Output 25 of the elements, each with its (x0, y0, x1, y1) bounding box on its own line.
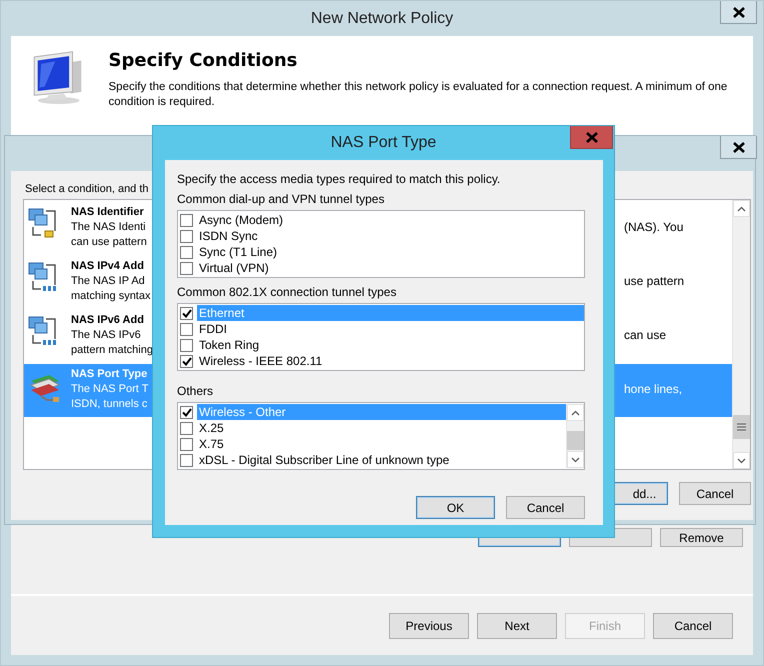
condition-description: The NAS Identi (71, 220, 146, 235)
instruction-text: Select a condition, and th (25, 182, 150, 196)
condition-description: The NAS Port T (71, 382, 148, 397)
condition-description: use pattern (624, 274, 684, 289)
window-title: New Network Policy (310, 10, 454, 28)
condition-title: NAS Identifier (71, 205, 144, 220)
condition-title: NAS Port Type (71, 367, 148, 382)
condition-description: pattern matching (71, 343, 153, 358)
group-label: Common 802.1X connection tunnel types (177, 284, 398, 300)
condition-description: hone lines, (624, 382, 682, 397)
condition-description: matching syntax (71, 289, 150, 304)
instruction-text: Specify the access media types required to match this policy. (177, 171, 502, 187)
condition-description: can use (624, 328, 666, 343)
condition-title: NAS IPv6 Add (71, 313, 144, 328)
condition-description: ISDN, tunnels c (71, 397, 148, 412)
condition-description: can use pattern (71, 235, 147, 250)
group-label: Others (177, 383, 214, 399)
group-label: Common dial-up and VPN tunnel types (177, 191, 386, 207)
condition-description: The NAS IPv6 (71, 328, 141, 343)
page-description: Specify the conditions that determine whether this network policy is evaluated for a connection request. A minimum of one condition is required. (108, 80, 728, 110)
condition-description: (NAS). You (624, 220, 684, 235)
page-heading: Specify Conditions (108, 50, 298, 71)
dialog-title: NAS Port Type (330, 134, 436, 152)
condition-title: NAS IPv4 Add (71, 259, 144, 274)
condition-description: The NAS IP Ad (71, 274, 145, 289)
